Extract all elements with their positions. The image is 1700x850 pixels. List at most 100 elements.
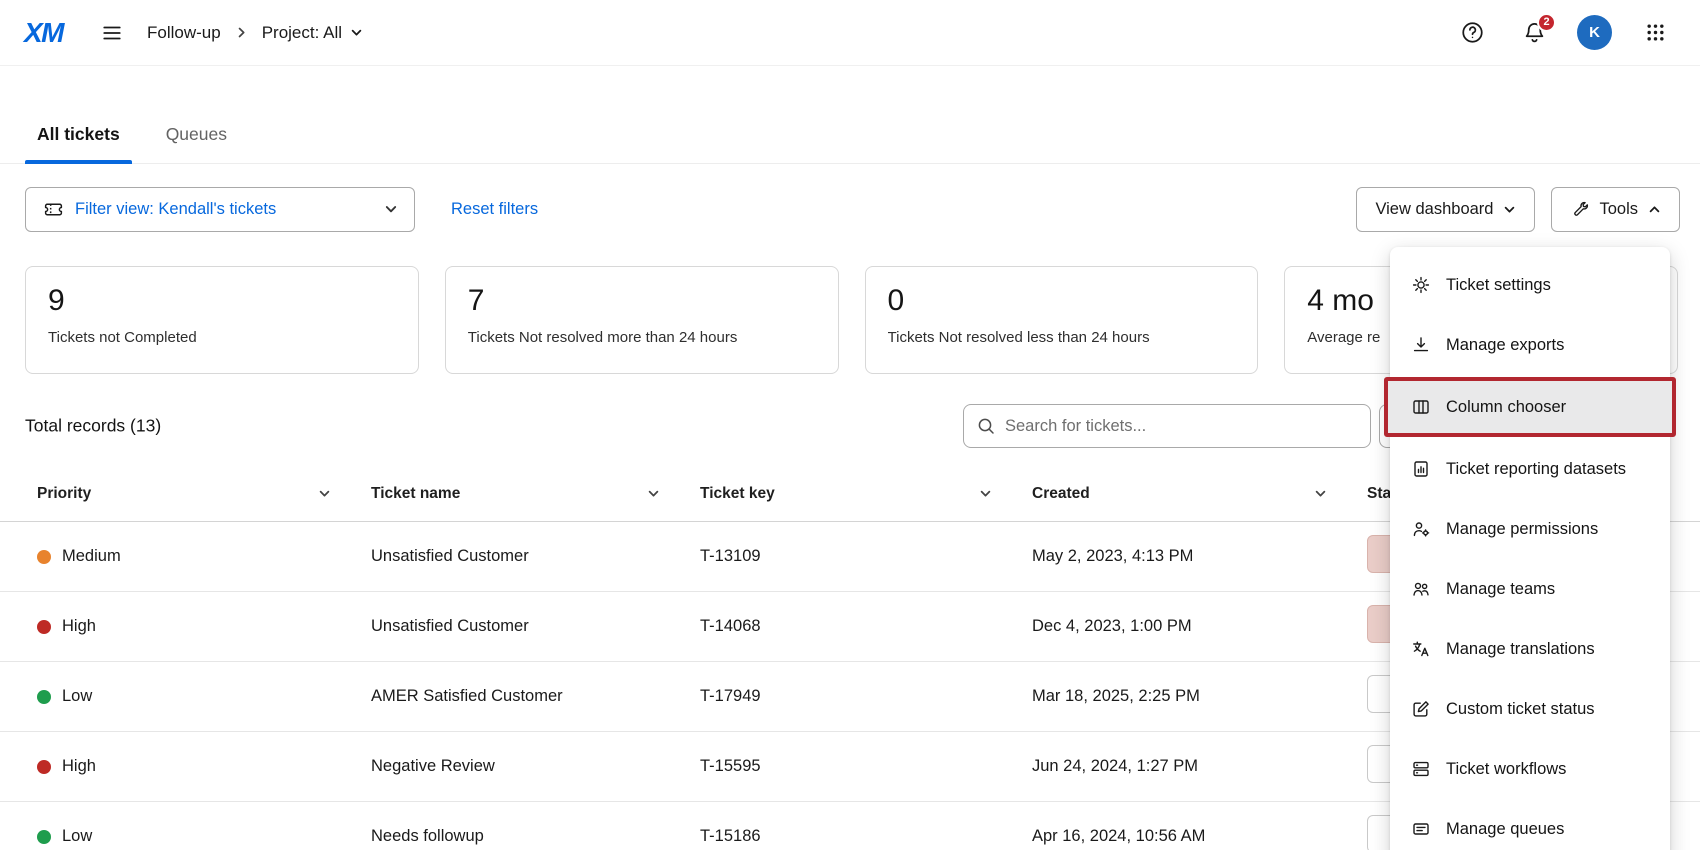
column-label: Ticket name (371, 485, 460, 503)
created-cell: Apr 16, 2024, 10:56 AM (1032, 827, 1367, 846)
app-grid-icon (1644, 21, 1667, 44)
topbar-actions: 2 K (1453, 14, 1674, 52)
total-records-label: Total records (13) (25, 416, 161, 437)
app-window: XM Follow-up Project: All 2 K (0, 0, 1700, 850)
tab-all-tickets[interactable]: All tickets (25, 106, 132, 163)
filter-toolbar: Filter view: Kendall's tickets Reset fil… (0, 186, 1700, 232)
tools-label: Tools (1599, 200, 1638, 219)
menu-item-label: Ticket reporting datasets (1446, 460, 1626, 479)
tools-menu-item-ticket-settings[interactable]: Ticket settings (1390, 255, 1670, 315)
tools-button[interactable]: Tools (1551, 187, 1680, 232)
menu-item-label: Column chooser (1446, 398, 1566, 417)
priority-cell: Low (37, 687, 371, 706)
columns-icon (1410, 396, 1432, 418)
reset-filters-link[interactable]: Reset filters (451, 200, 538, 219)
search-box (963, 404, 1371, 448)
menu-item-label: Manage teams (1446, 580, 1555, 599)
tabs-bar: All tickets Queues (0, 106, 1700, 164)
created-cell: Dec 4, 2023, 1:00 PM (1032, 617, 1367, 636)
tools-menu-item-manage-translations[interactable]: Manage translations (1390, 619, 1670, 679)
column-header-ticket-name[interactable]: Ticket name (371, 485, 700, 503)
column-header-priority[interactable]: Priority (37, 485, 371, 503)
chevron-right-icon (235, 26, 248, 39)
hamburger-menu-button[interactable] (93, 14, 131, 52)
tools-menu-item-manage-queues[interactable]: Manage queues (1390, 799, 1670, 850)
stat-card-value: 7 (468, 283, 816, 319)
tools-menu-item-manage-exports[interactable]: Manage exports (1390, 315, 1670, 375)
ticket-key-cell: T-15186 (700, 827, 1032, 846)
created-cell: May 2, 2023, 4:13 PM (1032, 547, 1367, 566)
priority-cell: Low (37, 827, 371, 846)
priority-dot-icon (37, 760, 51, 774)
ticket-icon (42, 198, 64, 220)
priority-label: Low (62, 687, 92, 706)
edit-icon (1410, 698, 1432, 720)
xm-logo[interactable]: XM (24, 17, 77, 49)
ticket-key-cell: T-15595 (700, 757, 1032, 776)
workflow-icon (1410, 758, 1432, 780)
created-cell: Jun 24, 2024, 1:27 PM (1032, 757, 1367, 776)
breadcrumb: Follow-up Project: All (147, 23, 363, 43)
notifications-button[interactable]: 2 (1515, 14, 1553, 52)
search-icon (976, 416, 996, 436)
sort-chevron-down-icon[interactable] (979, 487, 992, 500)
tab-queues[interactable]: Queues (154, 106, 239, 163)
sort-chevron-down-icon[interactable] (1314, 487, 1327, 500)
stat-card-label: Tickets Not resolved less than 24 hours (888, 329, 1236, 346)
notification-badge: 2 (1537, 13, 1556, 32)
menu-item-label: Ticket settings (1446, 276, 1551, 295)
column-label: Priority (37, 485, 91, 503)
gear-icon (1410, 274, 1432, 296)
ticket-key-cell: T-13109 (700, 547, 1032, 566)
project-selector-label: Project: All (262, 23, 342, 43)
tools-menu-item-column-chooser[interactable]: Column chooser (1388, 381, 1672, 433)
wrench-icon (1570, 200, 1589, 219)
chevron-up-icon (1648, 203, 1661, 216)
column-label: Sta (1367, 485, 1391, 503)
sort-chevron-down-icon[interactable] (318, 487, 331, 500)
stat-card-label: Tickets Not resolved more than 24 hours (468, 329, 816, 346)
person-gear-icon (1410, 518, 1432, 540)
tools-menu-item-ticket-reporting-datasets[interactable]: Ticket reporting datasets (1390, 439, 1670, 499)
ticket-name-cell: AMER Satisfied Customer (371, 687, 700, 706)
stat-card-label: Tickets not Completed (48, 329, 396, 346)
app-grid-button[interactable] (1636, 14, 1674, 52)
stat-card-value: 0 (888, 283, 1236, 319)
user-avatar[interactable]: K (1577, 15, 1612, 50)
tools-menu-item-manage-teams[interactable]: Manage teams (1390, 559, 1670, 619)
ticket-name-cell: Unsatisfied Customer (371, 547, 700, 566)
menu-item-label: Manage translations (1446, 640, 1595, 659)
column-header-created[interactable]: Created (1032, 485, 1367, 503)
tools-menu-item-manage-permissions[interactable]: Manage permissions (1390, 499, 1670, 559)
help-button[interactable] (1453, 14, 1491, 52)
menu-item-label: Manage permissions (1446, 520, 1598, 539)
priority-dot-icon (37, 550, 51, 564)
topbar: XM Follow-up Project: All 2 K (0, 0, 1700, 66)
priority-label: Medium (62, 547, 121, 566)
queue-icon (1410, 818, 1432, 840)
tools-menu-item-ticket-workflows[interactable]: Ticket workflows (1390, 739, 1670, 799)
ticket-key-cell: T-17949 (700, 687, 1032, 706)
breadcrumb-section[interactable]: Follow-up (147, 23, 221, 43)
filter-view-label: Filter view: Kendall's tickets (75, 200, 373, 219)
ticket-name-cell: Needs followup (371, 827, 700, 846)
priority-dot-icon (37, 690, 51, 704)
menu-item-label: Manage exports (1446, 336, 1564, 355)
priority-cell: High (37, 617, 371, 636)
filter-view-dropdown[interactable]: Filter view: Kendall's tickets (25, 187, 415, 232)
tab-label: All tickets (37, 124, 120, 145)
chevron-down-icon (1503, 203, 1516, 216)
stat-card-2: 7 Tickets Not resolved more than 24 hour… (445, 266, 839, 374)
view-dashboard-button[interactable]: View dashboard (1356, 187, 1535, 232)
project-selector[interactable]: Project: All (262, 23, 363, 43)
tools-menu-item-custom-ticket-status[interactable]: Custom ticket status (1390, 679, 1670, 739)
hamburger-icon (101, 22, 123, 44)
ticket-key-cell: T-14068 (700, 617, 1032, 636)
menu-item-label: Ticket workflows (1446, 760, 1566, 779)
download-icon (1410, 334, 1432, 356)
column-header-ticket-key[interactable]: Ticket key (700, 485, 1032, 503)
annotation-highlight-box: Column chooser (1384, 377, 1676, 437)
search-input[interactable] (1005, 417, 1358, 436)
sort-chevron-down-icon[interactable] (647, 487, 660, 500)
tools-menu: Ticket settings Manage exports Column ch… (1390, 247, 1670, 850)
